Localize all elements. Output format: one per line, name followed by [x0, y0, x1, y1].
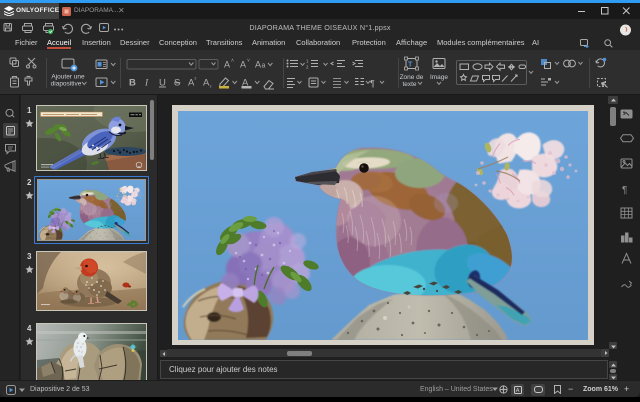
- svg-text:T: T: [408, 62, 413, 69]
- svg-text:₂: ₂: [210, 83, 212, 89]
- svg-text:a: a: [262, 63, 266, 70]
- svg-text:diapositive: diapositive: [51, 81, 82, 88]
- svg-text:1: 1: [306, 59, 309, 64]
- svg-text:A: A: [515, 388, 519, 394]
- svg-text:U: U: [159, 78, 166, 89]
- svg-text:Zone de: Zone de: [400, 74, 424, 81]
- svg-text:A: A: [240, 60, 246, 70]
- svg-text:2: 2: [306, 65, 309, 70]
- svg-text:I: I: [144, 79, 149, 89]
- svg-text:Ajouter une: Ajouter une: [51, 74, 85, 81]
- svg-text:˄: ˄: [231, 58, 234, 64]
- svg-text:¶: ¶: [622, 185, 627, 196]
- svg-text:²: ²: [195, 77, 197, 83]
- svg-text:A: A: [255, 60, 261, 70]
- svg-text:Image: Image: [430, 74, 448, 81]
- svg-text:texte: texte: [402, 81, 416, 88]
- svg-text:¶: ¶: [370, 79, 375, 89]
- svg-text:B: B: [129, 78, 136, 89]
- svg-text:A: A: [224, 60, 230, 70]
- svg-text:˅: ˅: [247, 58, 250, 64]
- svg-text:S: S: [174, 78, 180, 89]
